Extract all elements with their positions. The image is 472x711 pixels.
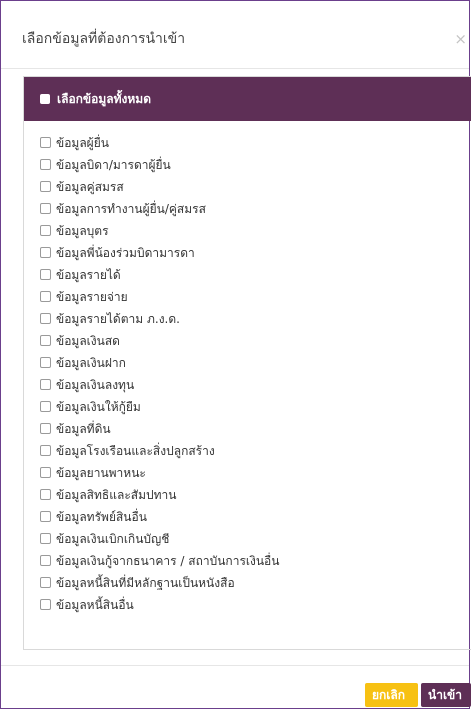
item-label: ข้อมูลหนี้สินอื่น	[56, 598, 134, 612]
data-item-option[interactable]: ข้อมูลรายจ่าย	[40, 286, 279, 308]
data-item-option[interactable]: ข้อมูลสิทธิและสัมปทาน	[40, 484, 279, 506]
item-checkbox[interactable]	[40, 555, 51, 566]
item-checkbox[interactable]	[40, 203, 51, 214]
data-item-option[interactable]: ข้อมูลทรัพย์สินอื่น	[40, 506, 279, 528]
data-item-option[interactable]: ข้อมูลหนี้สินที่มีหลักฐานเป็นหนังสือ	[40, 572, 279, 594]
item-label: ข้อมูลเงินลงทุน	[56, 378, 135, 392]
data-item-option[interactable]: ข้อมูลเงินกู้จากธนาคาร / สถาบันการเงินอื…	[40, 550, 279, 572]
data-item-option[interactable]: ข้อมูลเงินให้กู้ยืม	[40, 396, 279, 418]
close-icon[interactable]: ×	[454, 31, 467, 47]
data-item-option[interactable]: ข้อมูลยานพาหนะ	[40, 462, 279, 484]
item-label: ข้อมูลเงินให้กู้ยืม	[56, 400, 141, 414]
item-checkbox[interactable]	[40, 445, 51, 456]
data-item-option[interactable]: ข้อมูลบุตร	[40, 220, 279, 242]
item-checkbox[interactable]	[40, 137, 51, 148]
item-checkbox[interactable]	[40, 599, 51, 610]
data-item-option[interactable]: ข้อมูลบิดา/มารดาผู้ยื่น	[40, 154, 279, 176]
select-all-checkbox[interactable]	[40, 94, 50, 104]
item-label: ข้อมูลทรัพย์สินอื่น	[56, 510, 147, 524]
data-item-option[interactable]: ข้อมูลที่ดิน	[40, 418, 279, 440]
data-item-option[interactable]: ข้อมูลหนี้สินอื่น	[40, 594, 279, 616]
item-checkbox[interactable]	[40, 357, 51, 368]
data-item-option[interactable]: ข้อมูลรายได้ตาม ภ.ง.ด.	[40, 308, 279, 330]
data-item-option[interactable]: ข้อมูลเงินสด	[40, 330, 279, 352]
item-checkbox[interactable]	[40, 291, 51, 302]
item-label: ข้อมูลบิดา/มารดาผู้ยื่น	[56, 158, 171, 172]
item-label: ข้อมูลรายจ่าย	[56, 290, 128, 304]
item-checkbox[interactable]	[40, 577, 51, 588]
item-label: ข้อมูลเงินฝาก	[56, 356, 126, 370]
data-item-list: ข้อมูลผู้ยื่นข้อมูลบิดา/มารดาผู้ยื่นข้อม…	[40, 132, 279, 616]
item-checkbox[interactable]	[40, 225, 51, 236]
data-item-option[interactable]: ข้อมูลการทำงานผู้ยื่น/คู่สมรส	[40, 198, 279, 220]
item-checkbox[interactable]	[40, 335, 51, 346]
import-button[interactable]: นำเข้า	[421, 683, 471, 707]
select-all-label: เลือกข้อมูลทั้งหมด	[57, 92, 151, 106]
item-checkbox[interactable]	[40, 401, 51, 412]
item-checkbox[interactable]	[40, 379, 51, 390]
item-label: ข้อมูลเงินสด	[56, 334, 120, 348]
data-item-option[interactable]: ข้อมูลเงินเบิกเกินบัญชี	[40, 528, 279, 550]
dialog-title: เลือกข้อมูลที่ต้องการนำเข้า	[22, 31, 186, 47]
data-item-option[interactable]: ข้อมูลเงินฝาก	[40, 352, 279, 374]
item-checkbox[interactable]	[40, 467, 51, 478]
dialog-footer: ยกเลิก นำเข้า	[1, 665, 471, 709]
item-label: ข้อมูลรายได้ตาม ภ.ง.ด.	[56, 312, 180, 326]
item-label: ข้อมูลสิทธิและสัมปทาน	[56, 488, 177, 502]
item-label: ข้อมูลที่ดิน	[56, 422, 111, 436]
dialog-header: เลือกข้อมูลที่ต้องการนำเข้า ×	[1, 1, 469, 69]
item-label: ข้อมูลโรงเรือนและสิ่งปลูกสร้าง	[56, 444, 215, 458]
item-label: ข้อมูลผู้ยื่น	[56, 136, 109, 150]
item-label: ข้อมูลบุตร	[56, 224, 109, 238]
item-checkbox[interactable]	[40, 181, 51, 192]
data-item-option[interactable]: ข้อมูลคู่สมรส	[40, 176, 279, 198]
import-dialog: เลือกข้อมูลที่ต้องการนำเข้า × เลือกข้อมู…	[0, 0, 471, 709]
data-item-option[interactable]: ข้อมูลเงินลงทุน	[40, 374, 279, 396]
data-item-option[interactable]: ข้อมูลโรงเรือนและสิ่งปลูกสร้าง	[40, 440, 279, 462]
item-checkbox[interactable]	[40, 533, 51, 544]
item-label: ข้อมูลเงินกู้จากธนาคาร / สถาบันการเงินอื…	[56, 554, 280, 568]
item-checkbox[interactable]	[40, 511, 51, 522]
item-label: ข้อมูลพี่น้องร่วมบิดามารดา	[56, 246, 195, 260]
item-label: ข้อมูลรายได้	[56, 268, 121, 282]
item-label: ข้อมูลการทำงานผู้ยื่น/คู่สมรส	[56, 202, 206, 216]
cancel-button[interactable]: ยกเลิก	[365, 683, 418, 707]
item-checkbox[interactable]	[40, 423, 51, 434]
item-checkbox[interactable]	[40, 313, 51, 324]
item-label: ข้อมูลหนี้สินที่มีหลักฐานเป็นหนังสือ	[56, 576, 235, 590]
item-label: ข้อมูลเงินเบิกเกินบัญชี	[56, 532, 170, 546]
item-label: ข้อมูลยานพาหนะ	[56, 466, 146, 480]
data-item-option[interactable]: ข้อมูลผู้ยื่น	[40, 132, 279, 154]
data-item-option[interactable]: ข้อมูลพี่น้องร่วมบิดามารดา	[40, 242, 279, 264]
data-item-option[interactable]: ข้อมูลรายได้	[40, 264, 279, 286]
item-checkbox[interactable]	[40, 269, 51, 280]
item-checkbox[interactable]	[40, 247, 51, 258]
item-checkbox[interactable]	[40, 159, 51, 170]
item-label: ข้อมูลคู่สมรส	[56, 180, 124, 194]
item-checkbox[interactable]	[40, 489, 51, 500]
selection-panel: เลือกข้อมูลทั้งหมด ข้อมูลผู้ยื่นข้อมูลบิ…	[23, 76, 471, 650]
select-all-row[interactable]: เลือกข้อมูลทั้งหมด	[24, 77, 471, 121]
